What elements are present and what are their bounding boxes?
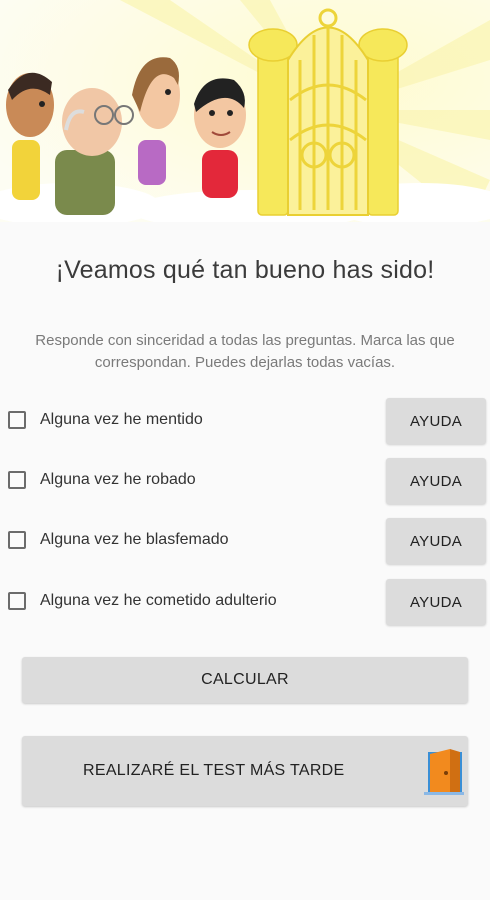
hero-illustration — [0, 0, 490, 222]
help-button[interactable]: AYUDA — [386, 398, 486, 444]
help-button[interactable]: AYUDA — [386, 518, 486, 564]
question-checkbox[interactable] — [8, 471, 26, 489]
question-row: Alguna vez he cometido adulterio AYUDA — [0, 579, 490, 627]
question-label[interactable]: Alguna vez he blasfemado — [40, 531, 229, 549]
question-checkbox[interactable] — [8, 592, 26, 610]
question-row: Alguna vez he blasfemado AYUDA — [0, 518, 490, 566]
question-checkbox[interactable] — [8, 531, 26, 549]
page-title: ¡Veamos qué tan bueno has sido! — [55, 256, 435, 284]
door-icon — [424, 748, 464, 801]
question-row: Alguna vez he robado AYUDA — [0, 458, 490, 506]
help-button[interactable]: AYUDA — [386, 458, 486, 504]
take-test-later-label: REALIZARÉ EL TEST MÁS TARDE — [83, 762, 345, 779]
question-checkbox[interactable] — [8, 411, 26, 429]
take-test-later-button[interactable]: REALIZARÉ EL TEST MÁS TARDE — [22, 736, 468, 806]
question-row: Alguna vez he mentido AYUDA — [0, 398, 490, 446]
question-label[interactable]: Alguna vez he mentido — [40, 411, 203, 429]
heaven-gate-illustration — [0, 0, 490, 222]
instructions-text: Responde con sinceridad a todas las preg… — [35, 332, 455, 371]
question-label[interactable]: Alguna vez he cometido adulterio — [40, 592, 277, 610]
question-label[interactable]: Alguna vez he robado — [40, 471, 196, 489]
calculate-button[interactable]: CALCULAR — [22, 657, 468, 703]
help-button[interactable]: AYUDA — [386, 579, 486, 625]
